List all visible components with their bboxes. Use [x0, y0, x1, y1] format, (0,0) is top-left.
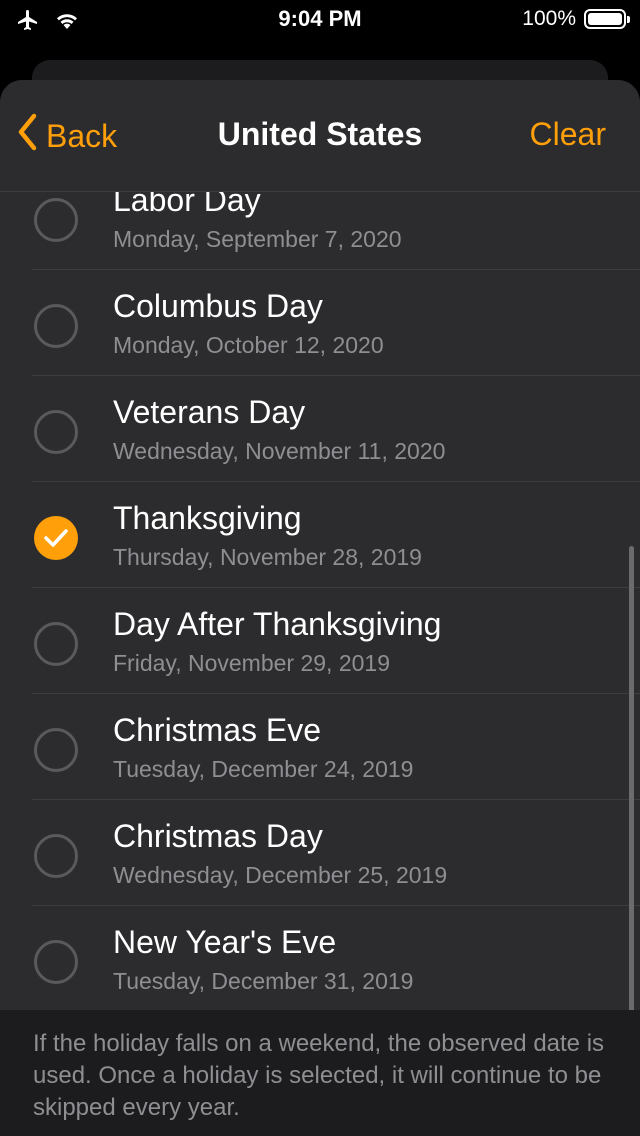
holiday-date: Thursday, November 28, 2019	[113, 544, 422, 570]
holiday-list-content: Labor Day Monday, September 7, 2020 Columb…	[0, 192, 640, 1010]
holiday-date: Wednesday, November 11, 2020	[113, 438, 446, 464]
holiday-row[interactable]: Christmas Day Wednesday, December 25, 201…	[0, 800, 640, 906]
radio-unchecked-icon[interactable]	[34, 304, 78, 348]
holiday-name: Veterans Day	[113, 394, 306, 430]
holiday-date: Friday, November 29, 2019	[113, 650, 390, 676]
radio-unchecked-icon[interactable]	[34, 198, 78, 242]
holiday-name: Christmas Day	[113, 818, 323, 854]
holiday-name: Columbus Day	[113, 288, 323, 324]
status-right: 100%	[522, 7, 630, 31]
radio-unchecked-icon[interactable]	[34, 410, 78, 454]
holiday-date: Monday, October 12, 2020	[113, 332, 384, 358]
holiday-row[interactable]: Thanksgiving Thursday, November 28, 2019	[0, 482, 640, 588]
footer-note: If the holiday falls on a weekend, the o…	[33, 1030, 605, 1121]
holiday-date: Monday, September 7, 2020	[113, 226, 402, 252]
holiday-sheet: Back United States Clear Labor Day Monday…	[0, 80, 640, 1136]
holiday-name: Christmas Eve	[113, 712, 322, 748]
holiday-date: Tuesday, December 24, 2019	[113, 756, 414, 782]
footer: If the holiday falls on a weekend, the o…	[0, 1010, 640, 1136]
holiday-name: New Year's Eve	[113, 924, 337, 960]
radio-unchecked-icon[interactable]	[34, 622, 78, 666]
screen: 9:04 PM 100% Back United States Clear La…	[0, 0, 640, 1136]
holiday-date: Tuesday, December 31, 2019	[113, 968, 414, 994]
holiday-row[interactable]: New Year's Eve Tuesday, December 31, 2019	[0, 906, 640, 1010]
navigation-bar: Back United States Clear	[0, 80, 640, 192]
holiday-row[interactable]: Veterans Day Wednesday, November 11, 2020	[0, 376, 640, 482]
radio-checked-icon[interactable]	[34, 516, 78, 560]
holiday-date: Wednesday, December 25, 2019	[113, 862, 448, 888]
holiday-row[interactable]: Columbus Day Monday, October 12, 2020	[0, 270, 640, 376]
radio-unchecked-icon[interactable]	[34, 728, 78, 772]
holiday-name: Labor Day	[113, 192, 261, 218]
battery-fill	[588, 13, 622, 25]
scrollbar[interactable]	[629, 546, 634, 1022]
holiday-name: Day After Thanksgiving	[113, 606, 442, 642]
radio-unchecked-icon[interactable]	[34, 940, 78, 984]
holiday-name: Thanksgiving	[113, 500, 302, 536]
checkmark-icon	[44, 529, 68, 547]
radio-unchecked-icon[interactable]	[34, 834, 78, 878]
battery-icon	[584, 9, 630, 29]
holiday-list[interactable]: Labor Day Monday, September 7, 2020 Columb…	[0, 192, 640, 1010]
clear-button[interactable]: Clear	[530, 116, 606, 153]
holiday-row[interactable]: Christmas Eve Tuesday, December 24, 2019	[0, 694, 640, 800]
status-bar: 9:04 PM 100%	[0, 0, 640, 40]
battery-percent: 100%	[522, 7, 576, 30]
holiday-row[interactable]: Labor Day Monday, September 7, 2020	[0, 192, 640, 270]
holiday-row[interactable]: Day After Thanksgiving Friday, November 2…	[0, 588, 640, 694]
